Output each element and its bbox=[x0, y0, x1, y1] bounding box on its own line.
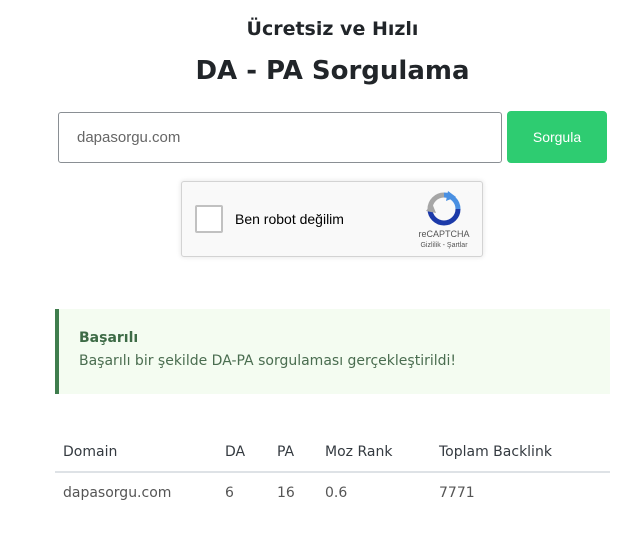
column-header-domain: Domain bbox=[55, 432, 217, 473]
results-table: Domain DA PA Moz Rank Toplam Backlink da… bbox=[55, 432, 610, 513]
recaptcha-label: Ben robot değilim bbox=[235, 211, 344, 227]
recaptcha-widget: Ben robot değilim reCAPTCHA Gizlilik - Ş… bbox=[181, 181, 483, 257]
cell-moz-rank: 0.6 bbox=[325, 485, 348, 501]
recaptcha-brand: reCAPTCHA bbox=[418, 229, 470, 239]
sorgula-button[interactable]: Sorgula bbox=[507, 111, 607, 163]
cell-backlink: 7771 bbox=[439, 485, 475, 501]
cell-domain: dapasorgu.com bbox=[63, 485, 172, 501]
success-alert: Başarılı Başarılı bir şekilde DA-PA sorg… bbox=[55, 309, 610, 394]
page-title: DA - PA Sorgulama bbox=[195, 56, 470, 86]
table-header-row: Domain DA PA Moz Rank Toplam Backlink bbox=[55, 432, 610, 473]
column-header-da: DA bbox=[217, 432, 269, 473]
table-row: dapasorgu.com 6 16 0.6 7771 bbox=[55, 472, 610, 513]
cell-da: 6 bbox=[225, 485, 234, 501]
recaptcha-links[interactable]: Gizlilik - Şartlar bbox=[408, 242, 480, 249]
column-header-moz-rank: Moz Rank bbox=[317, 432, 431, 473]
cell-pa: 16 bbox=[277, 485, 295, 501]
page-subtitle: Ücretsiz ve Hızlı bbox=[246, 18, 419, 40]
column-header-backlink: Toplam Backlink bbox=[431, 432, 610, 473]
recaptcha-checkbox[interactable] bbox=[195, 205, 223, 233]
alert-title: Başarılı bbox=[79, 330, 139, 346]
domain-input[interactable] bbox=[58, 112, 502, 163]
alert-message: Başarılı bir şekilde DA-PA sorgulaması g… bbox=[79, 353, 457, 369]
column-header-pa: PA bbox=[269, 432, 317, 473]
recaptcha-logo-icon bbox=[426, 191, 461, 226]
